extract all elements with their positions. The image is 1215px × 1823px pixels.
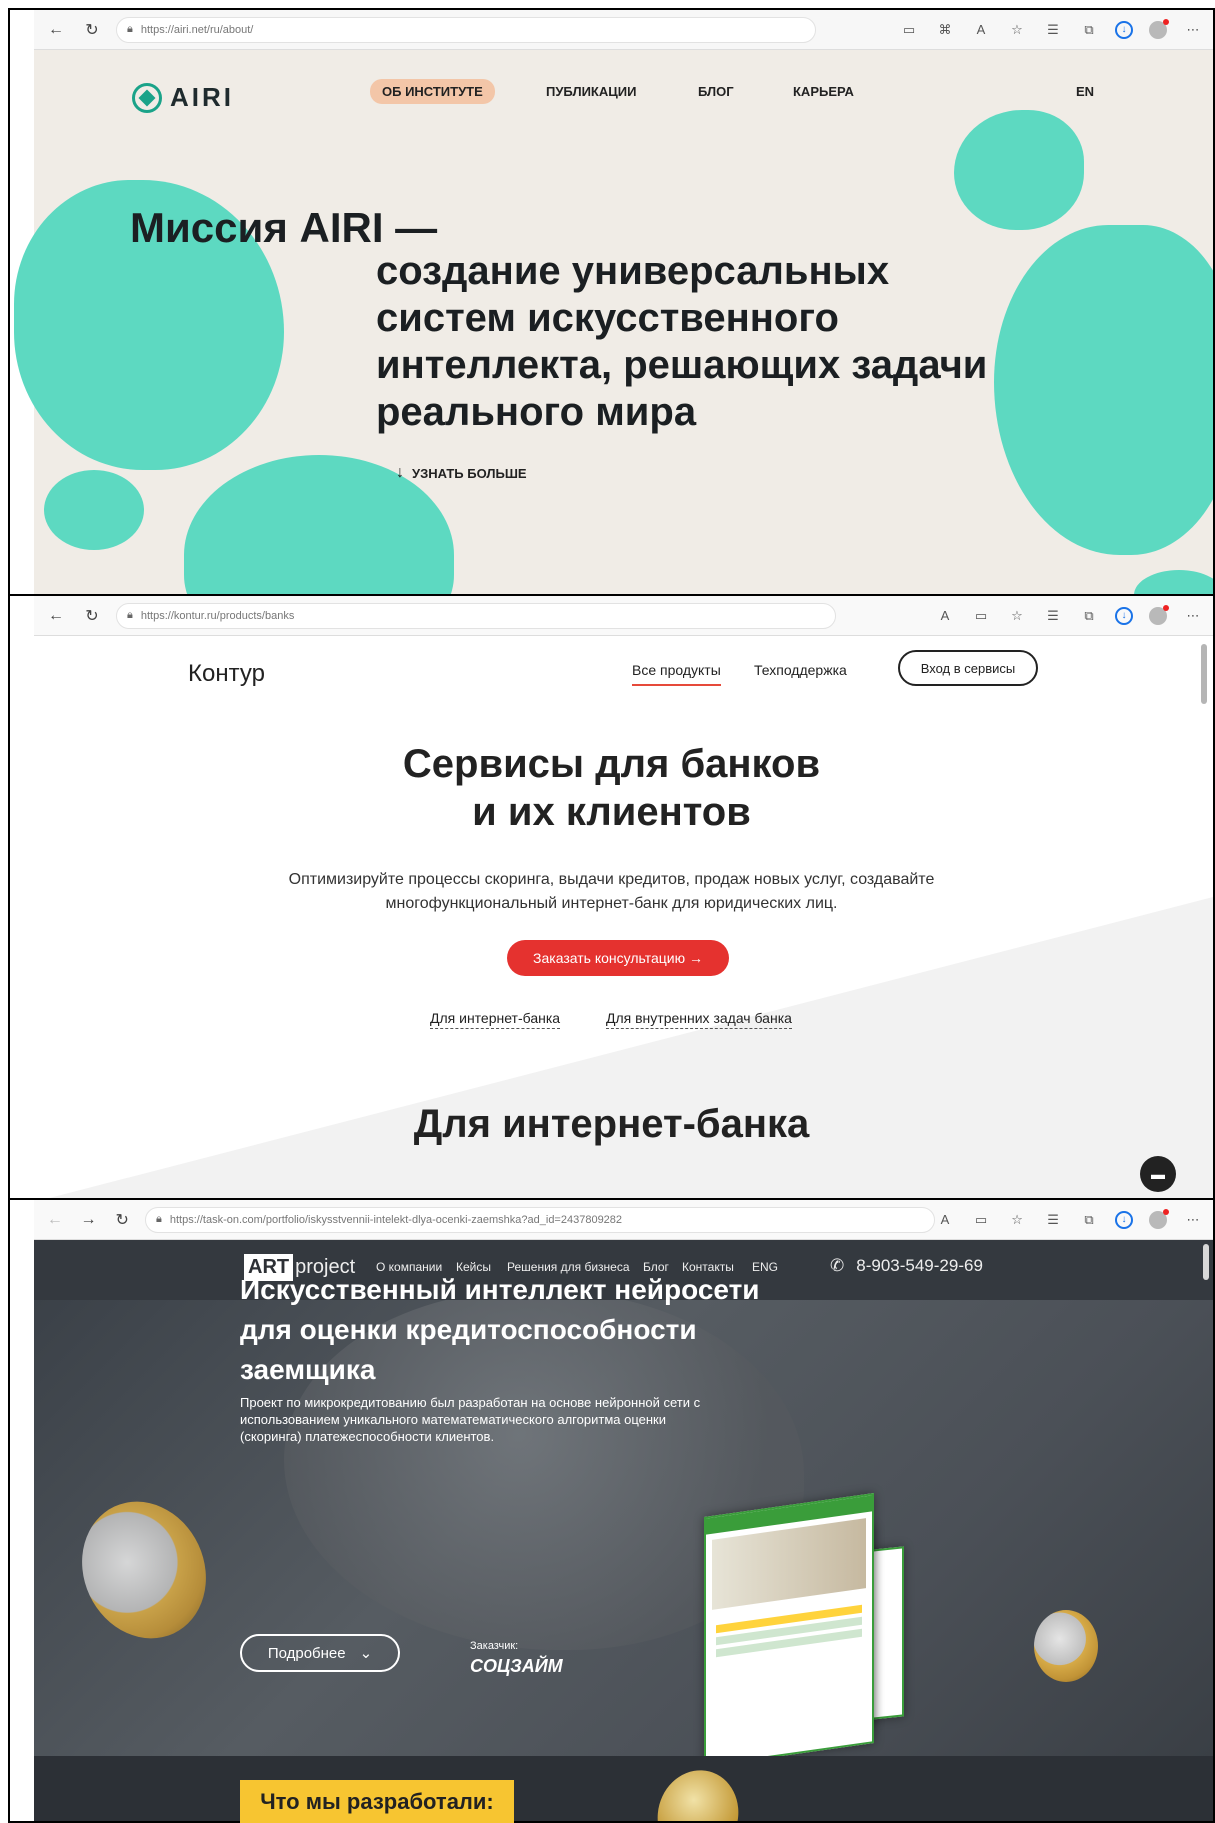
favorites-icon[interactable]: ☰	[1043, 20, 1063, 40]
reload-icon[interactable]: ↻	[78, 16, 106, 44]
nav-blog[interactable]: БЛОГ	[698, 84, 734, 99]
browser-toolbar: ← → ↻ 🔒︎ https://task-on.com/portfolio/i…	[34, 1200, 1213, 1240]
back-icon[interactable]: ←	[42, 602, 70, 630]
read-view-icon[interactable]: ▭	[971, 606, 991, 626]
airi-logo-icon	[132, 82, 162, 113]
phone-contact[interactable]: ✆ 8-903-549-29-69	[830, 1256, 983, 1276]
browser-tools: ▭ ⌘ A ☆ ☰ ⧉ ↓ ⋯	[899, 18, 1213, 40]
mission-heading: Миссия AIRI —	[130, 204, 438, 251]
nav-about[interactable]: ОБ ИНСТИТУТЕ	[370, 79, 495, 104]
favorite-add-icon[interactable]: ☆	[1007, 1210, 1027, 1230]
mission-text: создание универсальных систем искусствен…	[376, 249, 988, 434]
browser-tools: A ▭ ☆ ☰ ⧉ ↓ ⋯	[935, 604, 1213, 626]
login-button[interactable]: Вход в сервисы	[898, 650, 1038, 686]
reload-icon[interactable]: ↻	[78, 602, 106, 630]
back-icon[interactable]: ←	[42, 1206, 68, 1234]
address-bar[interactable]: 🔒︎ https://task-on.com/portfolio/iskysst…	[145, 1206, 936, 1233]
nav-support[interactable]: Техподдержка	[754, 662, 847, 678]
consultation-button[interactable]: Заказать консультацию →	[507, 940, 729, 976]
read-view-icon[interactable]: ▭	[971, 1210, 991, 1230]
back-icon[interactable]: ←	[42, 16, 70, 44]
download-icon[interactable]: ↓	[1115, 20, 1133, 39]
learn-more-link[interactable]: ↓ УЗНАТЬ БОЛЬШЕ	[396, 464, 527, 482]
collections-icon[interactable]: ⧉	[1079, 606, 1099, 626]
lock-icon: 🔒︎	[156, 1213, 162, 1225]
internal-tasks-link[interactable]: Для внутренних задач банка	[606, 1010, 792, 1029]
phone-icon: ✆	[830, 1256, 845, 1275]
browser-toolbar: ← ↻ 🔒︎ https://airi.net/ru/about/ ▭ ⌘ A …	[34, 10, 1213, 50]
client-label: Заказчик:	[470, 1640, 519, 1652]
page-subtitle: Оптимизируйте процессы скоринга, выдачи …	[288, 871, 935, 912]
lang-switch[interactable]: EN	[1076, 84, 1094, 99]
section-title: Для интернет-банка	[413, 1102, 810, 1146]
read-aloud-icon[interactable]: A	[971, 20, 991, 40]
nav-all-products[interactable]: Все продукты	[632, 662, 721, 686]
learn-more-label: УЗНАТЬ БОЛЬШЕ	[412, 465, 527, 481]
read-aloud-icon[interactable]: A	[935, 1210, 955, 1230]
decor-blob	[954, 110, 1084, 230]
url-text: https://task-on.com/portfolio/iskysstven…	[169, 1213, 623, 1226]
chevron-down-icon: ⌄	[359, 1645, 373, 1662]
apps-icon[interactable]: ⌘	[935, 20, 955, 40]
details-button[interactable]: Подробнее ⌄	[240, 1634, 400, 1672]
favorite-add-icon[interactable]: ☆	[1007, 20, 1027, 40]
download-icon[interactable]: ↓	[1115, 606, 1133, 625]
phone-number: 8-903-549-29-69	[856, 1256, 983, 1275]
lock-icon: 🔒︎	[127, 23, 133, 35]
decor-blob	[44, 470, 144, 550]
nav-career[interactable]: КАРЬЕРА	[793, 84, 854, 99]
address-bar[interactable]: 🔒︎ https://airi.net/ru/about/	[116, 16, 816, 43]
hero-title: Искусственный интеллект нейросети для оц…	[240, 1274, 760, 1385]
browser-toolbar: ← ↻ 🔒︎ https://kontur.ru/products/banks …	[34, 596, 1213, 636]
reload-icon[interactable]: ↻	[109, 1206, 135, 1234]
coin-image	[60, 1481, 228, 1659]
decor-blob	[994, 225, 1213, 555]
scrollbar-thumb[interactable]	[1203, 1244, 1209, 1280]
collections-icon[interactable]: ⧉	[1079, 20, 1099, 40]
url-text: https://airi.net/ru/about/	[140, 23, 254, 36]
decor-blob	[1134, 570, 1213, 594]
coin-image	[1034, 1610, 1098, 1682]
read-aloud-icon[interactable]: A	[935, 606, 955, 626]
address-bar[interactable]: 🔒︎ https://kontur.ru/products/banks	[116, 602, 836, 629]
read-view-icon[interactable]: ▭	[899, 20, 919, 40]
airi-logo-text: AIRI	[170, 82, 234, 112]
profile-avatar-icon[interactable]	[1149, 1208, 1170, 1229]
page-title: Сервисы для банков и их клиентов	[10, 740, 1213, 836]
more-menu-icon[interactable]: ⋯	[1183, 1210, 1203, 1230]
more-menu-icon[interactable]: ⋯	[1183, 606, 1203, 626]
details-label: Подробнее	[267, 1644, 346, 1662]
collections-icon[interactable]: ⧉	[1079, 1210, 1099, 1230]
nav-publications[interactable]: ПУБЛИКАЦИИ	[546, 84, 636, 99]
page-title-line2: и их клиентов	[472, 790, 751, 834]
favorites-icon[interactable]: ☰	[1043, 606, 1063, 626]
mockup-photo	[712, 1518, 866, 1610]
scrollbar-thumb[interactable]	[1201, 644, 1207, 704]
download-icon[interactable]: ↓	[1115, 1210, 1134, 1229]
kontur-screenshot-panel: ← ↻ 🔒︎ https://kontur.ru/products/banks …	[8, 594, 1215, 1200]
more-menu-icon[interactable]: ⋯	[1183, 20, 1203, 40]
features-section	[34, 1756, 1213, 1821]
website-mockup-image	[704, 1493, 874, 1756]
url-text: https://kontur.ru/products/banks	[140, 609, 295, 622]
arrow-down-icon: ↓	[396, 464, 404, 481]
profile-avatar-icon[interactable]	[1149, 604, 1169, 625]
forward-icon[interactable]: →	[76, 1206, 102, 1234]
lock-icon: 🔒︎	[127, 609, 133, 621]
page-title-line1: Сервисы для банков	[402, 742, 821, 786]
chat-icon[interactable]: ▬	[1140, 1156, 1176, 1192]
what-we-built-badge: Что мы разработали:	[240, 1780, 514, 1823]
kontur-logo[interactable]: Контур	[188, 660, 265, 688]
airi-logo[interactable]: AIRI	[132, 82, 234, 113]
hero-description: Проект по микрокредитованию был разработ…	[240, 1395, 701, 1444]
profile-avatar-icon[interactable]	[1149, 18, 1169, 39]
internet-bank-link[interactable]: Для интернет-банка	[430, 1010, 561, 1029]
airi-screenshot-panel: ← ↻ 🔒︎ https://airi.net/ru/about/ ▭ ⌘ A …	[8, 8, 1215, 596]
favorites-icon[interactable]: ☰	[1043, 1210, 1063, 1230]
client-logo: СОЦЗАЙМ	[470, 1656, 563, 1676]
browser-tools: A ▭ ☆ ☰ ⧉ ↓ ⋯	[935, 1208, 1213, 1230]
favorite-add-icon[interactable]: ☆	[1007, 606, 1027, 626]
